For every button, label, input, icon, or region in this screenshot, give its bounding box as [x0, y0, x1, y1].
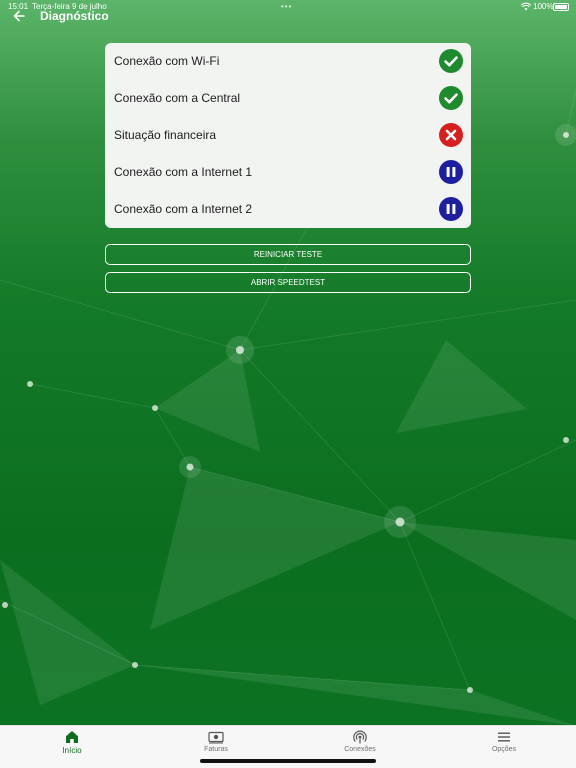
pause-circle-icon: [439, 197, 463, 221]
diagnostic-row-central: Conexão com a Central: [105, 80, 471, 117]
check-circle-icon: [439, 86, 463, 110]
diagnostic-label: Conexão com a Central: [114, 91, 241, 105]
nav-label: Início: [62, 746, 82, 755]
header: Diagnóstico: [0, 8, 576, 26]
x-circle-icon: [439, 123, 463, 147]
diagnostic-label: Conexão com a Internet 1: [114, 165, 253, 179]
nav-item-opcoes[interactable]: Opções: [432, 726, 576, 768]
nav-label: Faturas: [204, 746, 228, 753]
diagnostics-card: Conexão com Wi-Fi Conexão com a Central …: [105, 43, 471, 228]
page-title: Diagnóstico: [40, 9, 109, 23]
diagnostic-row-internet-2: Conexão com a Internet 2: [105, 191, 471, 228]
diagnostic-row-wifi: Conexão com Wi-Fi: [105, 43, 471, 80]
diagnostic-label: Conexão com Wi-Fi: [114, 54, 220, 68]
check-circle-icon: [439, 49, 463, 73]
nav-label: Conexões: [344, 746, 376, 753]
home-icon: [66, 731, 78, 743]
signal-icon: [353, 730, 367, 744]
money-icon: [208, 731, 224, 744]
home-indicator: [200, 759, 376, 763]
diagnostic-label: Conexão com a Internet 2: [114, 202, 253, 216]
nav-item-inicio[interactable]: Início: [0, 726, 144, 768]
back-arrow-icon[interactable]: [11, 8, 27, 24]
nav-label: Opções: [491, 746, 517, 753]
restart-test-button[interactable]: REINICIAR TESTE: [105, 244, 471, 265]
diagnostic-label: Situação financeira: [114, 128, 217, 142]
pause-circle-icon: [439, 160, 463, 184]
open-speedtest-button[interactable]: ABRIR SPEEDTEST: [105, 272, 471, 293]
menu-icon: [498, 732, 510, 742]
diagnostic-row-financeira: Situação financeira: [105, 117, 471, 154]
diagnostic-row-internet-1: Conexão com a Internet 1: [105, 154, 471, 191]
